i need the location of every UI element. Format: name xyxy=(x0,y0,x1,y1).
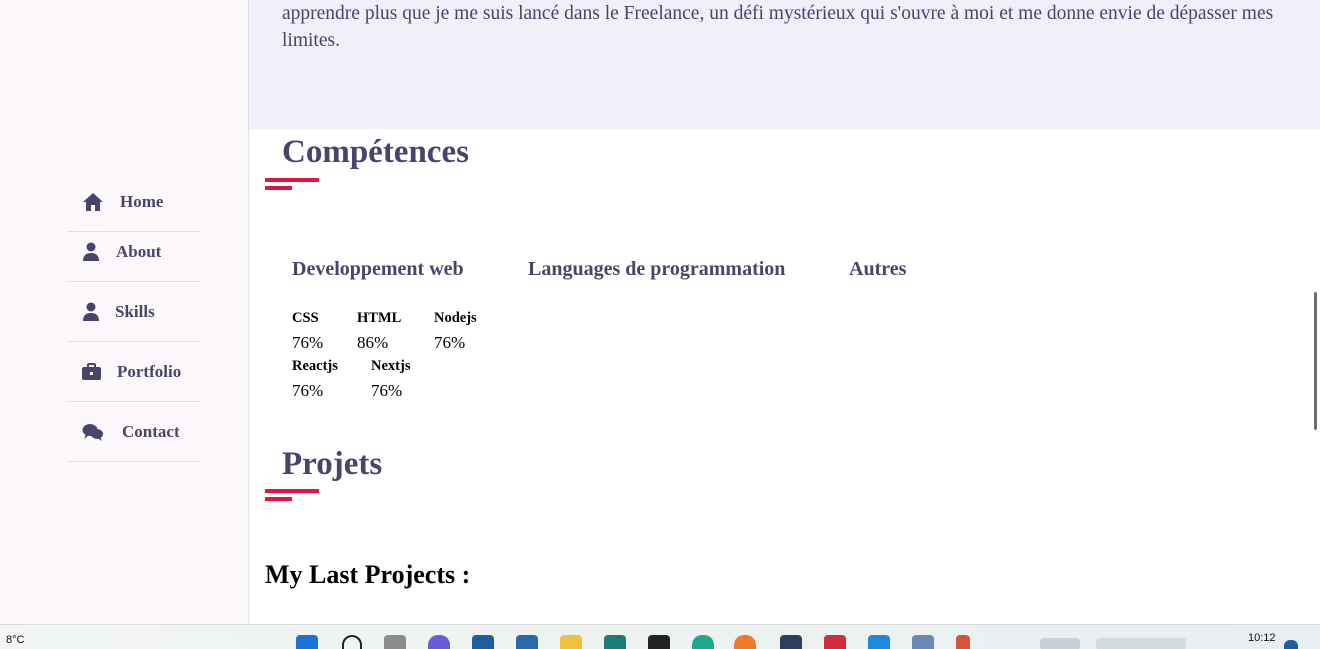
skill-name: CSS xyxy=(292,310,319,326)
skill-name: HTML xyxy=(357,310,402,326)
app-icon[interactable] xyxy=(604,635,626,649)
weather-widget[interactable]: 8°C xyxy=(6,634,24,646)
task-view-icon[interactable] xyxy=(384,635,406,649)
skill-name: Reactjs xyxy=(292,358,338,374)
edge-icon[interactable] xyxy=(692,635,714,649)
teams-icon[interactable] xyxy=(428,635,450,649)
sidebar-item-contact[interactable]: Contact xyxy=(67,402,200,462)
scrollbar[interactable] xyxy=(1314,292,1317,430)
search-icon[interactable] xyxy=(342,635,362,649)
tab-programming-languages[interactable]: Languages de programmation xyxy=(528,258,785,281)
skills-title: Compétences xyxy=(282,134,469,170)
projects-title: Projets xyxy=(282,446,383,482)
mail-icon[interactable] xyxy=(472,635,494,649)
app-icon[interactable] xyxy=(912,635,934,649)
sidebar-item-label: About xyxy=(116,241,162,261)
vscode-icon[interactable] xyxy=(868,635,890,649)
sidebar: Home About Skills Portfolio Contact xyxy=(0,0,249,624)
skill-value: 76% xyxy=(434,333,466,352)
tab-web-development[interactable]: Developpement web xyxy=(292,258,464,281)
about-text: apprendre plus que je me suis lancé dans… xyxy=(282,3,1274,51)
title-underline xyxy=(265,489,319,493)
system-tray-icons[interactable] xyxy=(1040,638,1080,649)
dropbox-icon[interactable] xyxy=(648,635,670,649)
sidebar-item-label: Portfolio xyxy=(117,361,182,381)
briefcase-icon xyxy=(81,362,103,382)
app-icon[interactable] xyxy=(824,635,846,649)
projects-subtitle: My Last Projects : xyxy=(265,560,471,589)
skill-name: Nextjs xyxy=(371,358,411,374)
folder-icon[interactable] xyxy=(560,635,582,649)
notification-icon[interactable] xyxy=(1284,640,1298,649)
skill-value: 76% xyxy=(371,381,403,400)
home-icon xyxy=(82,192,104,212)
user-icon xyxy=(81,302,103,322)
sidebar-item-label: Skills xyxy=(115,301,155,321)
app-icon[interactable] xyxy=(780,635,802,649)
sidebar-item-skills[interactable]: Skills xyxy=(67,282,200,342)
taskbar: 8°C 10:12 xyxy=(0,624,1320,649)
skill-name: Nodejs xyxy=(434,310,477,326)
skill-value: 76% xyxy=(292,333,324,352)
title-underline xyxy=(265,497,292,501)
sidebar-item-label: Home xyxy=(120,191,164,211)
sidebar-item-about[interactable]: About xyxy=(67,222,200,282)
title-underline xyxy=(265,178,319,182)
firefox-icon[interactable] xyxy=(734,635,756,649)
status-icons[interactable] xyxy=(1096,638,1186,649)
clock[interactable]: 10:12 xyxy=(1248,632,1276,644)
store-icon[interactable] xyxy=(516,635,538,649)
sidebar-item-portfolio[interactable]: Portfolio xyxy=(67,342,200,402)
skill-value: 76% xyxy=(292,381,324,400)
skill-value: 86% xyxy=(357,333,389,352)
start-icon[interactable] xyxy=(296,635,318,649)
app-icon[interactable] xyxy=(956,635,970,649)
title-underline xyxy=(265,186,292,190)
sidebar-item-label: Contact xyxy=(122,421,180,441)
tab-others[interactable]: Autres xyxy=(849,258,906,281)
chat-icon xyxy=(82,422,104,442)
user-icon xyxy=(81,242,103,262)
